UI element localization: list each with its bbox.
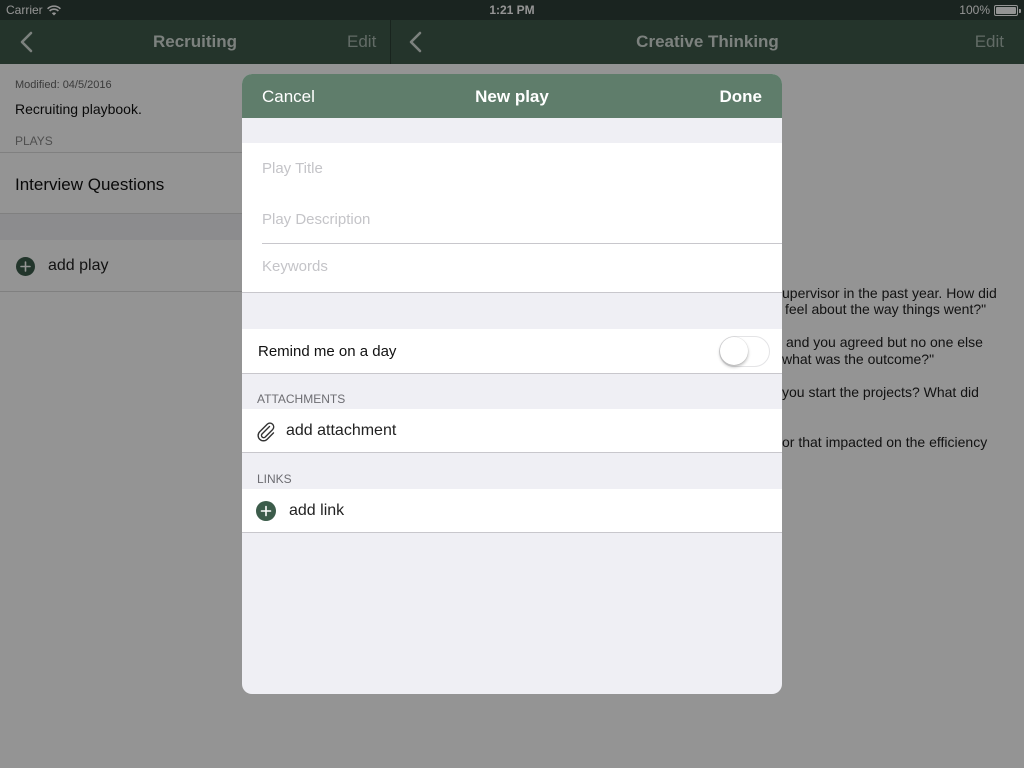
keywords-input[interactable] xyxy=(262,255,782,277)
modal-header: New play Cancel Done xyxy=(242,74,782,118)
links-section-header: LINKS xyxy=(257,472,292,486)
remind-label: Remind me on a day xyxy=(258,343,397,360)
done-button[interactable]: Done xyxy=(720,87,763,107)
remind-row: Remind me on a day xyxy=(242,329,782,374)
field-separator xyxy=(262,243,782,244)
add-attachment-label: add attachment xyxy=(286,422,397,439)
paperclip-icon xyxy=(257,422,275,442)
modal-title: New play xyxy=(475,87,549,106)
new-play-modal: New play Cancel Done Remind me on a day … xyxy=(242,74,782,694)
play-description-input[interactable] xyxy=(262,208,782,230)
attachments-section-header: ATTACHMENTS xyxy=(257,392,346,406)
cancel-button[interactable]: Cancel xyxy=(262,87,315,107)
add-link-button[interactable]: add link xyxy=(242,489,782,533)
play-title-input[interactable] xyxy=(262,157,782,179)
add-attachment-button[interactable]: add attachment xyxy=(242,409,782,453)
add-link-label: add link xyxy=(289,502,345,519)
remind-toggle[interactable] xyxy=(719,336,770,367)
play-fields-group xyxy=(242,143,782,293)
plus-circle-icon xyxy=(256,501,276,521)
toggle-knob xyxy=(720,337,748,365)
